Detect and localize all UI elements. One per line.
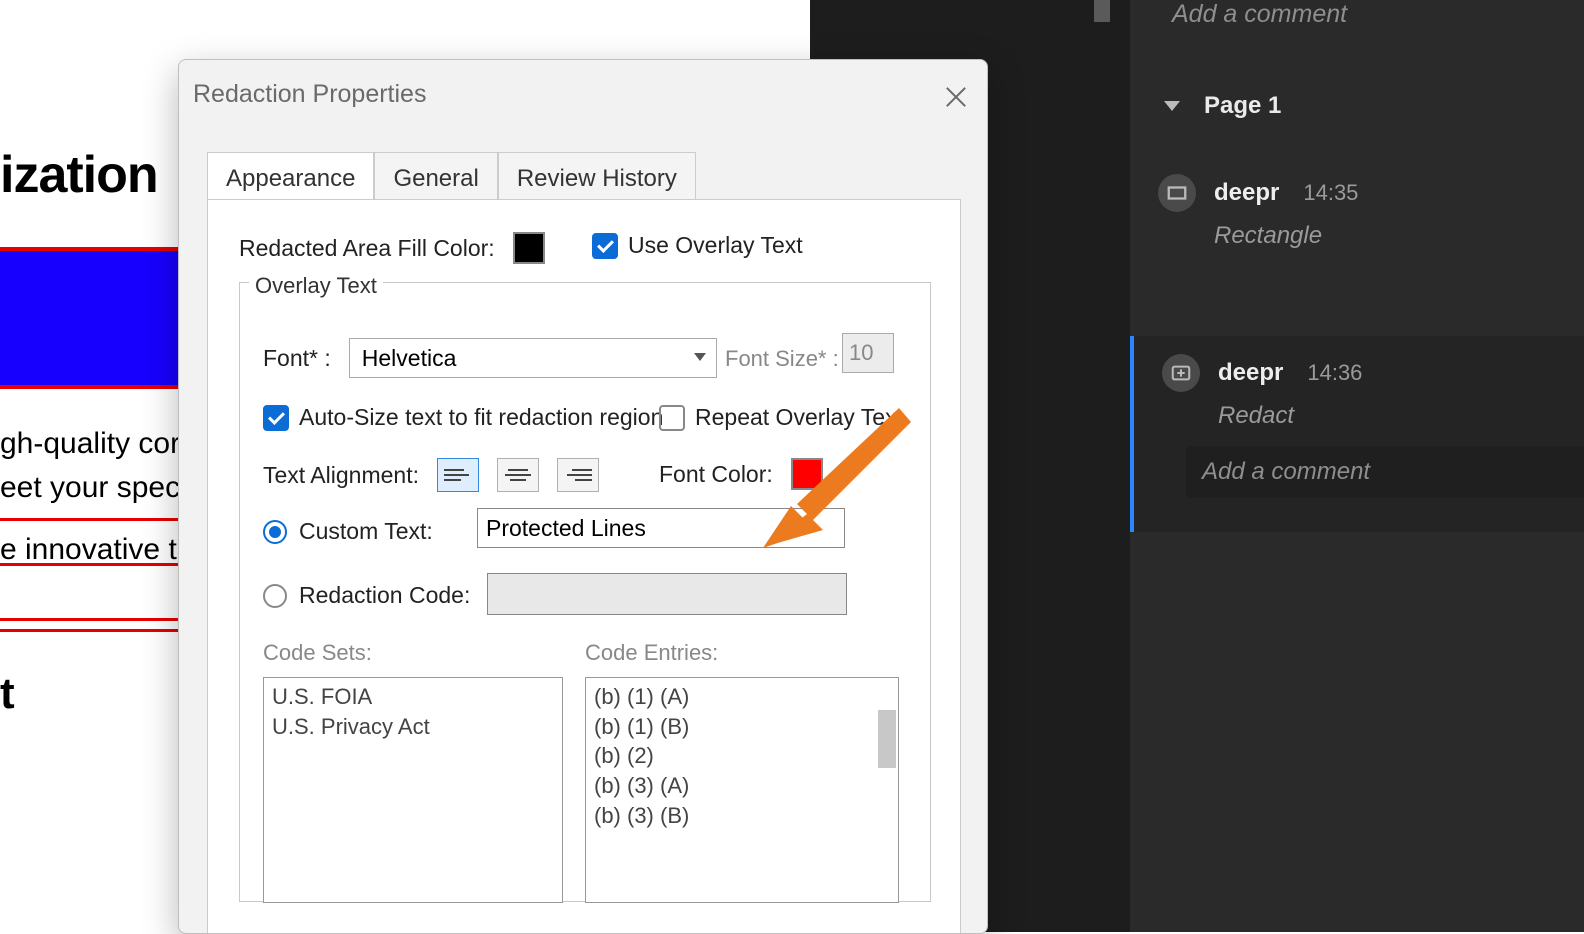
custom-text-radio[interactable] bbox=[263, 520, 287, 544]
font-select[interactable]: Helvetica bbox=[349, 338, 717, 378]
font-row: Font* : Helvetica bbox=[263, 338, 717, 378]
align-left-button[interactable] bbox=[437, 458, 479, 492]
close-icon[interactable] bbox=[943, 84, 969, 110]
redline bbox=[0, 629, 185, 632]
scroll-indicator[interactable] bbox=[1094, 0, 1110, 22]
page-label: Page 1 bbox=[1204, 92, 1281, 120]
font-select-value: Helvetica bbox=[362, 345, 457, 372]
page-toggle[interactable]: Page 1 bbox=[1164, 92, 1281, 120]
font-label: Font* : bbox=[263, 345, 331, 372]
repeat-label: Repeat Overlay Text bbox=[695, 404, 903, 431]
tab-appearance[interactable]: Appearance bbox=[207, 152, 374, 206]
redline bbox=[0, 518, 185, 521]
font-size-label: Font Size* : bbox=[725, 346, 839, 372]
chevron-down-icon bbox=[694, 353, 706, 361]
tab-review-history[interactable]: Review History bbox=[498, 152, 696, 206]
custom-text-input[interactable] bbox=[477, 508, 845, 548]
list-item[interactable]: (b) (3) (B) bbox=[594, 801, 890, 831]
doc-heading: ization bbox=[0, 145, 158, 205]
dialog-tabs: Appearance General Review History bbox=[207, 152, 696, 206]
list-item[interactable]: (b) (1) (A) bbox=[594, 682, 890, 712]
font-color-swatch[interactable] bbox=[791, 458, 823, 490]
comment-item-selected[interactable]: deepr 14:36 Redact Add a comment bbox=[1130, 336, 1584, 532]
code-entries-list[interactable]: (b) (1) (A) (b) (1) (B) (b) (2) (b) (3) … bbox=[585, 677, 899, 903]
list-item[interactable]: (b) (3) (A) bbox=[594, 771, 890, 801]
doc-subheading: t bbox=[0, 669, 15, 719]
auto-size-row: Auto-Size text to fit redaction region bbox=[263, 404, 663, 431]
auto-size-label: Auto-Size text to fit redaction region bbox=[299, 404, 663, 431]
redaction-code-radio[interactable] bbox=[263, 584, 287, 608]
fill-color-swatch[interactable] bbox=[513, 232, 545, 264]
redact-icon bbox=[1162, 354, 1200, 392]
fill-color-label: Redacted Area Fill Color: bbox=[239, 235, 495, 262]
add-comment-input[interactable]: Add a comment bbox=[1186, 446, 1584, 498]
overlay-text-legend: Overlay Text bbox=[249, 273, 383, 299]
code-sets-label: Code Sets: bbox=[263, 640, 372, 666]
redaction-properties-dialog: Redaction Properties Appearance General … bbox=[178, 59, 988, 934]
fill-color-row: Redacted Area Fill Color: bbox=[239, 232, 545, 264]
redline bbox=[0, 618, 185, 621]
use-overlay-row: Use Overlay Text bbox=[592, 232, 803, 259]
repeat-checkbox[interactable] bbox=[659, 405, 685, 431]
scrollbar-thumb[interactable] bbox=[878, 710, 896, 768]
list-item[interactable]: (b) (2) bbox=[594, 741, 890, 771]
doc-paragraph: gh-quality cor eet your spec bbox=[0, 422, 180, 509]
comments-panel: Add a comment Page 1 deepr 14:35 Rectang… bbox=[1130, 0, 1584, 932]
comment-user: deepr bbox=[1214, 179, 1279, 207]
custom-text-row: Custom Text: bbox=[263, 518, 433, 545]
comment-item[interactable]: deepr 14:35 Rectangle bbox=[1130, 156, 1584, 270]
tab-general[interactable]: General bbox=[374, 152, 497, 206]
comment-type: Rectangle bbox=[1214, 222, 1560, 250]
code-entries-label: Code Entries: bbox=[585, 640, 718, 666]
custom-text-label: Custom Text: bbox=[299, 518, 433, 545]
comment-type: Redact bbox=[1218, 402, 1560, 430]
font-size-input[interactable] bbox=[842, 333, 894, 373]
align-right-button[interactable] bbox=[557, 458, 599, 492]
redaction-code-row: Redaction Code: bbox=[263, 582, 470, 609]
list-item[interactable]: U.S. Privacy Act bbox=[272, 712, 554, 742]
rectangle-icon bbox=[1158, 174, 1196, 212]
comment-time: 14:36 bbox=[1307, 360, 1362, 386]
dialog-title: Redaction Properties bbox=[193, 80, 426, 109]
align-center-button[interactable] bbox=[497, 458, 539, 492]
comment-user: deepr bbox=[1218, 359, 1283, 387]
font-color-row: Font Color: bbox=[659, 458, 823, 490]
list-item[interactable]: U.S. FOIA bbox=[272, 682, 554, 712]
doc-bluebox bbox=[0, 247, 185, 389]
doc-textline: e innovative t bbox=[0, 533, 177, 567]
redaction-code-input bbox=[487, 573, 847, 615]
code-sets-list[interactable]: U.S. FOIA U.S. Privacy Act bbox=[263, 677, 563, 903]
alignment-row: Text Alignment: bbox=[263, 458, 599, 492]
add-comment-placeholder[interactable]: Add a comment bbox=[1172, 0, 1347, 29]
alignment-label: Text Alignment: bbox=[263, 462, 419, 489]
font-color-label: Font Color: bbox=[659, 461, 773, 488]
use-overlay-checkbox[interactable] bbox=[592, 233, 618, 259]
comment-time: 14:35 bbox=[1303, 180, 1358, 206]
auto-size-checkbox[interactable] bbox=[263, 405, 289, 431]
use-overlay-label: Use Overlay Text bbox=[628, 232, 803, 259]
redaction-code-label: Redaction Code: bbox=[299, 582, 470, 609]
redline bbox=[0, 563, 185, 566]
chevron-down-icon bbox=[1164, 101, 1180, 111]
list-item[interactable]: (b) (1) (B) bbox=[594, 712, 890, 742]
repeat-row: Repeat Overlay Text bbox=[659, 404, 903, 431]
